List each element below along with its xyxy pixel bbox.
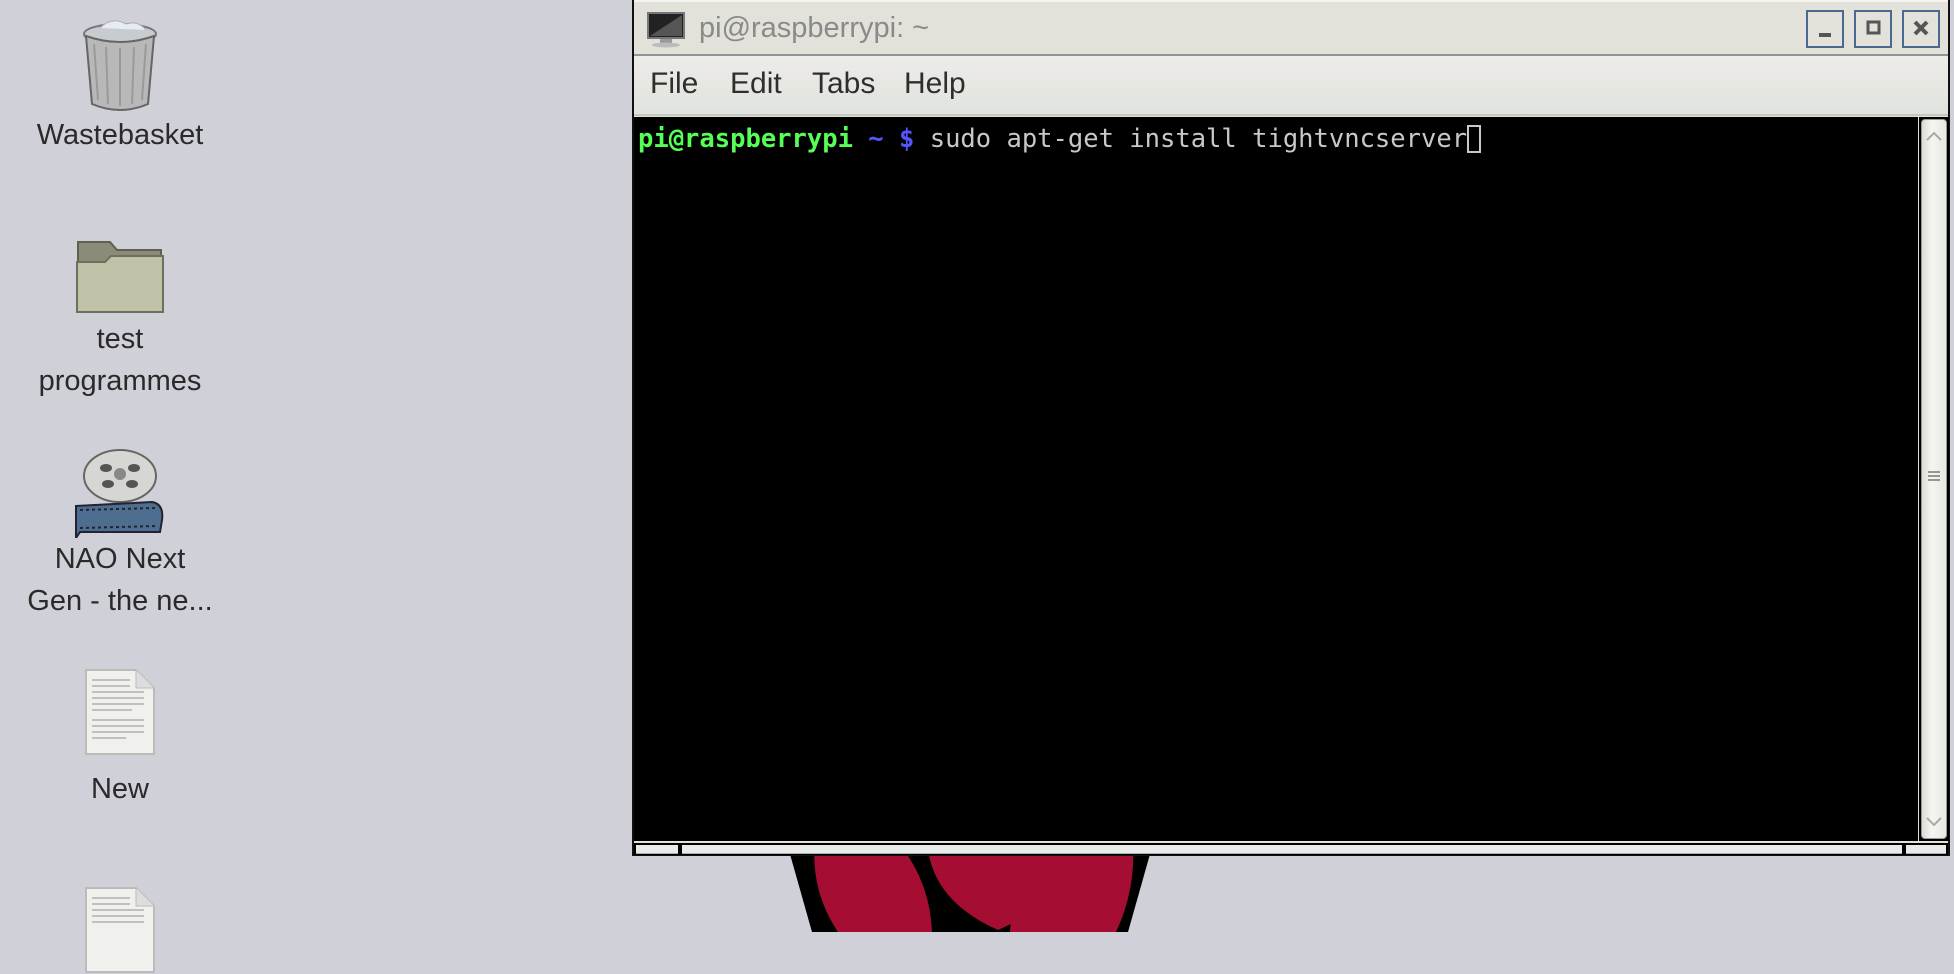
desktop-icon-label: Gen - the ne... [27,585,213,617]
minimize-icon [1819,33,1831,37]
menu-edit[interactable]: Edit [730,67,782,101]
desktop-icon-label: programmes [38,365,202,397]
title-bar[interactable]: pi@raspberrypi: ~ [634,0,1948,56]
terminal-app-icon [647,12,685,48]
document-icon [85,669,155,755]
desktop-icon-document-2[interactable] [0,886,240,974]
vertical-scrollbar[interactable] [1919,117,1949,841]
scroll-grip-icon [1928,471,1940,481]
menu-help[interactable]: Help [904,67,966,101]
text-cursor [1467,125,1482,153]
minimize-button[interactable] [1806,10,1844,48]
document-icon [85,887,155,973]
menu-file[interactable]: File [650,67,698,101]
terminal-output[interactable]: pi@raspberrypi ~ $ sudo apt-get install … [634,117,1918,841]
desktop-icon-video[interactable]: NAO Next Gen - the ne... [0,448,240,622]
close-button[interactable] [1902,10,1940,48]
window-title: pi@raspberrypi: ~ [699,12,930,44]
menu-bar: File Edit Tabs Help [634,56,1948,116]
command-text: sudo apt-get install tightvncserver [914,124,1468,154]
horizontal-scrollbar[interactable] [634,843,1948,855]
scrollbar-thumb[interactable] [1921,119,1947,839]
desktop-icon-label: New [90,773,149,805]
menu-tabs[interactable]: Tabs [812,67,875,101]
maximize-button[interactable] [1854,10,1892,48]
folder-icon [76,241,164,313]
desktop-icon-document[interactable]: New [0,668,240,810]
film-reel-icon [75,449,164,538]
trash-icon [83,20,157,111]
desktop-icon-label: Wastebasket [36,119,204,151]
terminal-window: pi@raspberrypi: ~ File Edit Tabs Help pi… [632,0,1950,856]
scroll-down-arrow-icon[interactable] [1922,810,1946,834]
desktop-icon-label: NAO Next [54,543,186,575]
maximize-icon [1866,20,1881,35]
hscroll-left-segment[interactable] [636,845,678,854]
hscroll-right-segment[interactable] [1906,845,1946,854]
hscroll-track[interactable] [682,845,1902,854]
close-icon [1913,20,1929,36]
prompt-line: pi@raspberrypi ~ $ sudo apt-get install … [638,121,1482,157]
scroll-up-arrow-icon[interactable] [1922,124,1946,148]
prompt-user-host: pi@raspberrypi [638,124,853,154]
prompt-cwd: ~ [852,124,899,154]
desktop-icon-folder[interactable]: test programmes [0,236,240,402]
desktop-icon-label: test [96,323,144,355]
prompt-symbol: $ [899,124,915,154]
desktop-icon-wastebasket[interactable]: Wastebasket [0,14,240,156]
